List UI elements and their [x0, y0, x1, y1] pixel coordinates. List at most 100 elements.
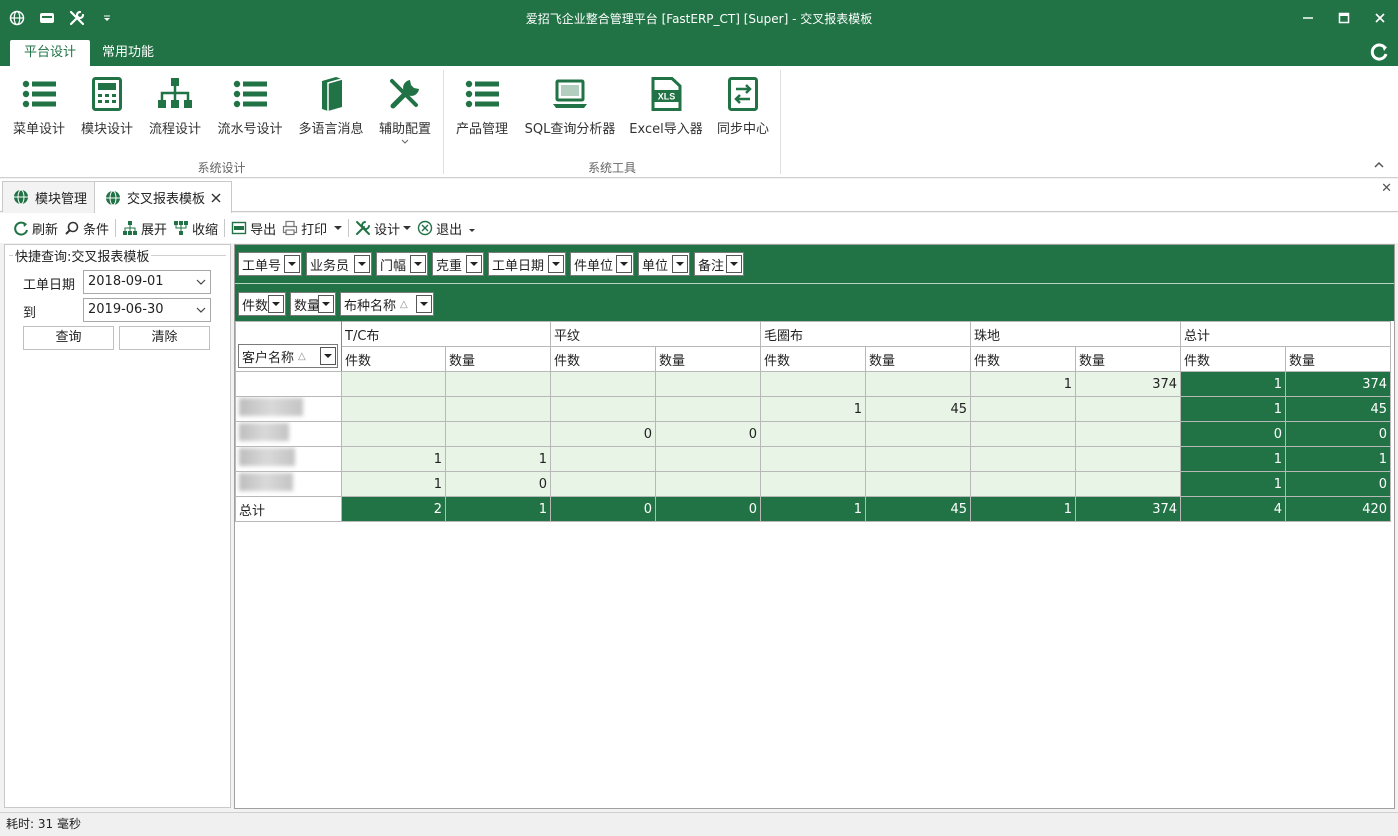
column-group-header[interactable]: 总计 — [1180, 321, 1392, 347]
clear-button[interactable]: 清除 — [119, 326, 210, 350]
collapse-button[interactable]: 收缩 — [170, 216, 221, 240]
table-cell[interactable] — [445, 396, 551, 422]
dropdown-icon[interactable] — [354, 255, 370, 273]
table-cell[interactable] — [654, 371, 762, 397]
date-to-field[interactable]: 2019-06-30 — [83, 298, 211, 322]
table-cell[interactable]: 0 — [1180, 421, 1287, 447]
table-cell[interactable] — [550, 446, 656, 472]
print-button[interactable]: 打印 — [279, 216, 345, 240]
table-cell[interactable] — [550, 471, 656, 497]
column-group-header[interactable]: 毛圈布 — [760, 321, 972, 347]
close-icon[interactable] — [211, 193, 221, 203]
measure-header[interactable]: 数量 — [865, 346, 972, 372]
filter-field-button[interactable]: 件单位 — [570, 252, 634, 276]
table-cell[interactable] — [1075, 471, 1182, 497]
measure-header[interactable]: 数量 — [654, 346, 762, 372]
filter-field-button[interactable]: 工单号 — [238, 252, 302, 276]
table-cell[interactable] — [445, 371, 551, 397]
table-cell[interactable] — [865, 446, 972, 472]
grand-total-label[interactable]: 总计 — [235, 496, 342, 522]
measure-header[interactable]: 数量 — [1285, 346, 1392, 372]
dropdown-icon[interactable] — [284, 255, 300, 273]
multilanguage-button[interactable]: 多语言消息 — [296, 74, 366, 144]
ribbon-tab-common-functions[interactable]: 常用功能 — [88, 40, 168, 66]
collapse-ribbon-icon[interactable] — [1372, 158, 1386, 172]
table-cell[interactable] — [341, 371, 446, 397]
dropdown-icon[interactable] — [672, 255, 688, 273]
export-button[interactable]: 导出 — [228, 216, 279, 240]
row-header-cell[interactable] — [235, 396, 342, 422]
row-header-cell[interactable] — [235, 471, 342, 497]
table-cell[interactable]: 1 — [341, 446, 446, 472]
filter-field-button[interactable]: 备注 — [694, 252, 744, 276]
table-cell[interactable]: 1 — [970, 371, 1077, 397]
table-cell[interactable] — [1075, 421, 1182, 447]
table-cell[interactable]: 1 — [445, 446, 551, 472]
table-cell[interactable] — [654, 471, 762, 497]
table-cell[interactable]: 1 — [1180, 396, 1287, 422]
total-cell[interactable]: 1 — [445, 496, 551, 522]
table-cell[interactable] — [550, 371, 656, 397]
column-group-header[interactable]: 珠地 — [970, 321, 1182, 347]
table-cell[interactable] — [865, 371, 972, 397]
total-cell[interactable]: 4 — [1180, 496, 1287, 522]
table-cell[interactable]: 45 — [1285, 396, 1392, 422]
row-field-button[interactable]: 客户名称 △ — [238, 344, 338, 368]
data-field-button[interactable]: 件数 — [238, 292, 286, 316]
table-cell[interactable] — [865, 471, 972, 497]
measure-header[interactable]: 件数 — [760, 346, 867, 372]
table-cell[interactable]: 45 — [865, 396, 972, 422]
total-cell[interactable]: 1 — [970, 496, 1077, 522]
excel-importer-button[interactable]: XLS Excel导入器 — [628, 74, 704, 144]
table-cell[interactable] — [760, 421, 867, 447]
table-cell[interactable] — [970, 396, 1077, 422]
table-cell[interactable] — [760, 471, 867, 497]
design-button[interactable]: 设计 — [352, 216, 414, 240]
row-header-cell[interactable] — [235, 421, 342, 447]
row-header-cell[interactable] — [235, 371, 342, 397]
refresh-logo-icon[interactable] — [1370, 42, 1390, 62]
condition-button[interactable]: 条件 — [61, 216, 112, 240]
dropdown-icon[interactable] — [318, 295, 334, 313]
tab-module-management[interactable]: 模块管理 — [2, 181, 99, 212]
menu-design-button[interactable]: 菜单设计 — [10, 74, 68, 144]
maximize-button[interactable] — [1326, 0, 1362, 36]
dropdown-icon[interactable] — [410, 255, 426, 273]
close-all-icon[interactable]: ✕ — [1381, 181, 1392, 196]
minimize-button[interactable] — [1290, 0, 1326, 36]
toolbar-overflow-button[interactable] — [465, 216, 479, 240]
refresh-button[interactable]: 刷新 — [10, 216, 61, 240]
table-cell[interactable]: 1 — [341, 471, 446, 497]
filter-field-button[interactable]: 工单日期 — [488, 252, 566, 276]
total-cell[interactable]: 374 — [1075, 496, 1182, 522]
close-button[interactable] — [1362, 0, 1398, 36]
table-cell[interactable] — [760, 371, 867, 397]
column-field-button[interactable]: 布种名称 △ — [340, 292, 434, 316]
filter-field-button[interactable]: 单位 — [638, 252, 690, 276]
filter-field-button[interactable]: 业务员 — [306, 252, 372, 276]
table-cell[interactable]: 374 — [1285, 371, 1392, 397]
row-header-cell[interactable] — [235, 446, 342, 472]
aux-config-button[interactable]: 辅助配置 — [376, 74, 434, 144]
table-cell[interactable] — [445, 421, 551, 447]
flow-design-button[interactable]: 流程设计 — [146, 74, 204, 144]
table-cell[interactable] — [341, 421, 446, 447]
dropdown-icon[interactable] — [726, 255, 742, 273]
measure-header[interactable]: 件数 — [550, 346, 656, 372]
exit-button[interactable]: 退出 — [414, 216, 465, 240]
module-design-button[interactable]: 模块设计 — [78, 74, 136, 144]
measure-header[interactable]: 数量 — [445, 346, 551, 372]
total-cell[interactable]: 1 — [760, 496, 867, 522]
table-cell[interactable]: 0 — [654, 421, 762, 447]
ribbon-tab-platform-design[interactable]: 平台设计 — [10, 40, 91, 66]
table-cell[interactable]: 1 — [760, 396, 867, 422]
table-cell[interactable] — [970, 446, 1077, 472]
total-cell[interactable]: 0 — [654, 496, 762, 522]
measure-header[interactable]: 件数 — [970, 346, 1077, 372]
dropdown-icon[interactable] — [548, 255, 564, 273]
tab-cross-report-template[interactable]: 交叉报表模板 — [94, 181, 233, 213]
table-cell[interactable]: 1 — [1285, 446, 1392, 472]
table-cell[interactable]: 0 — [445, 471, 551, 497]
table-cell[interactable] — [865, 421, 972, 447]
dropdown-icon[interactable] — [268, 295, 284, 313]
